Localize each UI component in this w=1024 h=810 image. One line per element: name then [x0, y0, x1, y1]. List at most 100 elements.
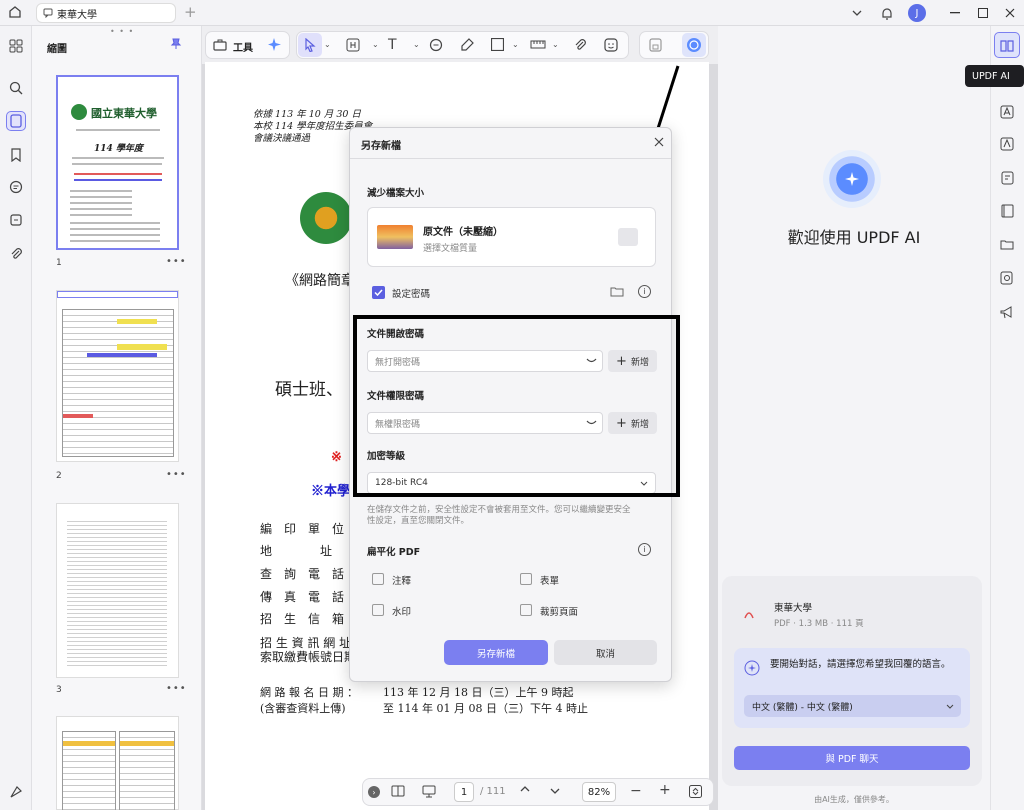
zoom-out-icon[interactable]: − [630, 783, 642, 799]
ai-welcome-text: 歡迎使用 UPDF AI [787, 228, 921, 247]
fit-page-icon[interactable] [689, 785, 702, 798]
more-icon[interactable]: ••• [166, 256, 187, 267]
reading-mode-icon[interactable] [391, 785, 405, 797]
panel-drag-handle[interactable]: • • • [110, 27, 134, 36]
book-icon[interactable] [997, 201, 1017, 221]
thumbnail-page-4[interactable] [56, 716, 179, 810]
flatten-crop-checkbox[interactable] [520, 604, 532, 616]
ai-footer-note: 由AI生成，僅供參考。 [814, 795, 894, 804]
language-select[interactable]: 中文 (繁體) - 中文 (繁體) [744, 695, 961, 717]
sparkle-icon[interactable] [267, 37, 283, 53]
ai-book-icon[interactable] [994, 32, 1020, 58]
document-tab[interactable]: 東華大學 [36, 3, 176, 23]
chevron-down-icon[interactable]: ⌄ [552, 40, 559, 49]
bookmark-icon[interactable] [6, 145, 26, 165]
info-icon[interactable]: i [638, 285, 651, 298]
reduce-size-title: 減少檔案大小 [367, 188, 425, 199]
panel-title: 縮圖 [47, 44, 67, 55]
doc-line-mark: ※ [331, 450, 342, 465]
layers-icon[interactable] [6, 210, 26, 230]
avatar[interactable]: J [908, 4, 926, 22]
left-rail [0, 26, 32, 810]
palette-icon[interactable] [6, 782, 26, 802]
page-number-1: 1 [56, 258, 62, 268]
quality-selector[interactable]: 原文件（未壓縮） 選擇文檔質量 [367, 207, 656, 267]
tools-button[interactable]: 工具 [233, 39, 253, 54]
school-logo-icon [71, 104, 87, 120]
folder-icon[interactable] [610, 285, 624, 298]
more-icon[interactable]: ••• [166, 683, 187, 694]
reg-value-1: 113 年 12 月 18 日（三）上午 9 時起 [383, 686, 574, 699]
doc-row-2: 地 址 [260, 544, 333, 558]
attachment-icon[interactable] [573, 38, 587, 52]
translate-icon[interactable] [997, 102, 1017, 122]
thumbnails-icon[interactable] [6, 111, 26, 131]
rectangle-tool-icon[interactable] [491, 38, 504, 51]
header-tool-icon[interactable] [346, 38, 360, 52]
flatten-annotations-checkbox[interactable] [372, 573, 384, 585]
chevron-down-icon[interactable] [946, 704, 954, 709]
thumb-school-name: 國立東華大學 [91, 107, 157, 120]
chat-with-pdf-button[interactable]: 與 PDF 聊天 [734, 746, 970, 770]
save-icon[interactable] [649, 38, 662, 52]
home-icon[interactable] [8, 5, 22, 19]
page-number-input[interactable]: 1 [454, 782, 474, 802]
save-as-button[interactable]: 另存新檔 [444, 640, 548, 665]
translate-page-icon[interactable] [997, 134, 1017, 154]
quality-dropdown-button[interactable] [618, 228, 638, 246]
flatten-forms-checkbox[interactable] [520, 573, 532, 585]
close-icon[interactable] [654, 137, 664, 147]
cancel-button[interactable]: 取消 [554, 640, 657, 665]
folder-icon[interactable] [997, 234, 1017, 254]
minimize-icon[interactable] [946, 4, 964, 22]
search-document-icon[interactable] [997, 268, 1017, 288]
chevron-down-icon[interactable]: ⌄ [413, 40, 420, 49]
page-number-2: 2 [56, 471, 62, 481]
select-cursor-icon[interactable] [298, 33, 322, 57]
collapse-icon[interactable]: › [368, 786, 380, 798]
maximize-icon[interactable] [974, 4, 992, 22]
search-icon[interactable] [6, 78, 26, 98]
reg-label: 網 路 報 名 日 期 ： [260, 686, 358, 699]
attachment-icon[interactable] [6, 244, 26, 264]
doc-line-note: ※本學 [311, 484, 351, 499]
flatten-watermark-checkbox[interactable] [372, 604, 384, 616]
language-prompt-text: 要開始對話，請選擇您希望我回覆的語言。 [770, 659, 951, 670]
chevron-down-icon[interactable]: ⌄ [512, 40, 519, 49]
toolbox-icon[interactable] [213, 38, 227, 51]
ai-assistant-icon[interactable] [682, 33, 706, 57]
zoom-in-icon[interactable]: + [659, 782, 671, 798]
close-icon[interactable] [1001, 4, 1019, 22]
more-icon[interactable]: ••• [166, 469, 187, 480]
doc-row-3: 查 詢 電 話 [260, 567, 345, 581]
pin-icon[interactable] [170, 38, 182, 50]
chevron-up-icon[interactable] [520, 786, 530, 792]
new-tab-icon[interactable]: + [184, 3, 197, 21]
reg-paren: (含審查資料上傳) [260, 702, 346, 715]
doc-row-4: 傳 真 電 話 [260, 590, 345, 604]
chevron-down-icon[interactable] [550, 788, 560, 794]
info-icon[interactable]: i [638, 543, 651, 556]
thumbnail-page-1[interactable]: 國立東華大學 114 學年度 [56, 75, 179, 250]
grid-icon[interactable] [6, 36, 26, 56]
bell-icon[interactable] [878, 4, 896, 22]
text-tool-icon[interactable]: T [388, 37, 397, 53]
comment-tool-icon[interactable] [429, 38, 443, 52]
highlighter-icon[interactable] [460, 38, 474, 52]
summary-icon[interactable] [997, 168, 1017, 188]
ruler-icon[interactable] [530, 38, 546, 51]
sticker-icon[interactable] [604, 38, 618, 52]
doc-line-bracket: 《網路簡章 [285, 273, 355, 289]
thumbnail-page-3[interactable] [56, 503, 179, 678]
chevron-down-icon[interactable]: ⌄ [372, 40, 379, 49]
page-number-3: 3 [56, 685, 62, 695]
megaphone-icon[interactable] [997, 302, 1017, 322]
zoom-input[interactable]: 82% [582, 782, 616, 802]
chevron-down-icon[interactable] [848, 4, 866, 22]
presentation-icon[interactable] [422, 785, 436, 798]
comments-icon[interactable] [6, 177, 26, 197]
chat-card: 東華大學 PDF · 1.3 MB · 111 頁 要開始對話，請選擇您希望我回… [722, 576, 982, 786]
set-password-checkbox[interactable] [372, 286, 385, 299]
chevron-down-icon[interactable]: ⌄ [324, 40, 331, 49]
thumbnail-page-2[interactable] [56, 290, 179, 462]
